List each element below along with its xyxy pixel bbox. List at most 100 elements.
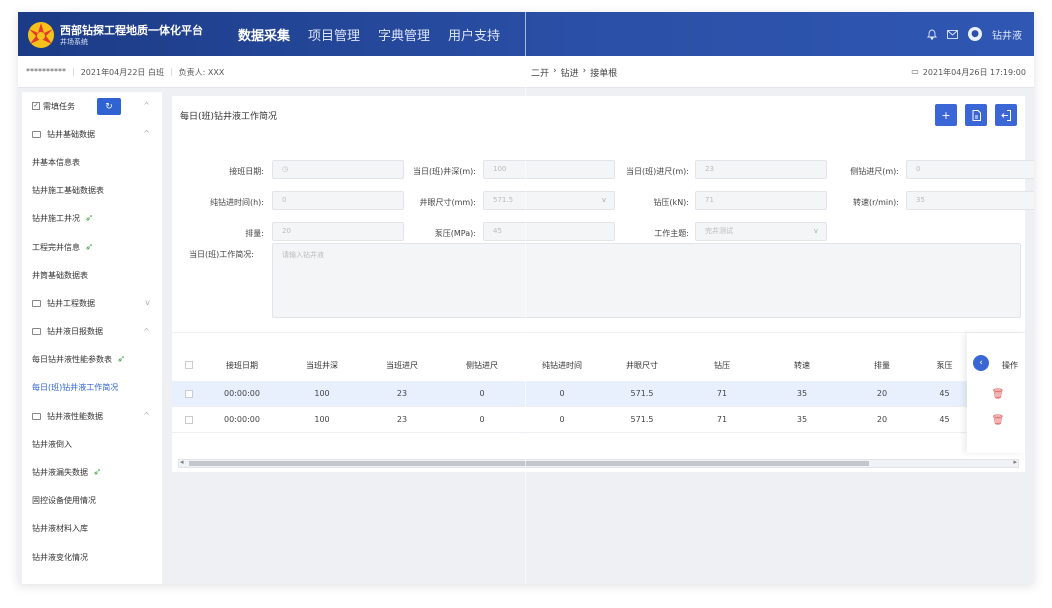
table-cell: 571.5 (630, 415, 654, 424)
horizontal-scrollbar[interactable]: ◂ ▸ (178, 458, 1019, 468)
scroll-left-icon[interactable]: ◂ (180, 458, 184, 466)
avatar[interactable]: ● (968, 27, 982, 41)
app-window: 西部钻探工程地质一体化平台 井场系统 数据采集 项目管理 字典管理 用户支持 ●… (18, 12, 1034, 584)
column-header[interactable]: 井眼尺寸 (602, 351, 682, 379)
bell-icon[interactable] (927, 29, 937, 40)
nav-dictionary-management[interactable]: 字典管理 (378, 25, 430, 44)
theme-label: 工作主题: (654, 229, 689, 238)
sidebar-item-wellbore-basic[interactable]: 井筒基础数据表 (22, 261, 162, 289)
table-cell: 35 (796, 415, 808, 424)
sidebar-group-fluid-daily[interactable]: 钻井液日报数据 ^ (22, 318, 162, 346)
breadcrumb-item[interactable]: 二开 (531, 66, 549, 79)
column-header[interactable]: 接班日期 (202, 351, 282, 379)
refresh-button[interactable]: ↻ (97, 98, 121, 115)
column-header[interactable]: 当班进尺 (362, 351, 442, 379)
sidebar-item-label: 钻井液漏失数据 (32, 468, 88, 478)
table-cell: 100 (314, 415, 330, 424)
table-row[interactable]: 00:00:00 100 23 0 0 571.5 71 35 20 45 (172, 407, 1025, 433)
chevron-left-icon[interactable]: ‹ (973, 355, 989, 371)
sidebar-item-well-basic-info[interactable]: 井基本信息表 (22, 148, 162, 176)
nav-project-management[interactable]: 项目管理 (308, 25, 360, 44)
sidebar-item-label: 钻井液倒入 (32, 439, 72, 449)
receive-date-label: 接班日期: (229, 167, 264, 176)
owner-text: 负责人: XXX (178, 68, 225, 77)
column-header[interactable]: 纯钻进时间 (522, 351, 602, 379)
sidebar-item-construction-basic[interactable]: 钻井施工基础数据表 (22, 177, 162, 205)
leaf-icon: ➶ (85, 241, 94, 253)
sidebar-group-drilling-engineering[interactable]: 钻井工程数据 v (22, 289, 162, 317)
brand-title: 西部钻探工程地质一体化平台 (60, 24, 203, 37)
daily-depth-field[interactable]: 100 (483, 160, 615, 179)
breadcrumb-item[interactable]: 接单根 (590, 66, 617, 79)
wob-field[interactable]: 71 (695, 191, 827, 210)
column-header[interactable]: 当班井深 (282, 351, 362, 379)
rpm-field[interactable]: 35 (906, 191, 1034, 210)
form-actions: + (935, 104, 1017, 126)
chevron-up-icon: ^ (143, 129, 150, 139)
rpm-label: 转速(r/min): (852, 198, 899, 207)
displacement-field[interactable]: 20 (272, 222, 404, 241)
row-checkbox[interactable] (182, 381, 196, 406)
sidebar-item-label: 钻井工程数据 (47, 298, 95, 308)
plus-icon: + (941, 108, 951, 122)
nav-data-collection[interactable]: 数据采集 (238, 25, 290, 44)
sidetrack-footage-field[interactable]: 0 (906, 160, 1034, 179)
add-button[interactable]: + (935, 104, 957, 126)
mail-icon[interactable] (947, 29, 958, 39)
work-summary-textarea[interactable]: 请输入钻井液 (272, 243, 1021, 318)
row-checkbox[interactable] (182, 407, 196, 432)
sidebar-group-fluid-performance[interactable]: 钻井液性能数据 ^ (22, 402, 162, 430)
user-name[interactable]: 钻井液 (992, 27, 1022, 42)
sidebar-group-drilling-basic[interactable]: 钻井基础数据 ^ (22, 120, 162, 148)
sidebar-item-material-inbound[interactable]: 钻井液材料入库 (22, 515, 162, 543)
column-header[interactable]: 泵压 (922, 351, 967, 379)
trash-icon: 🗑 (991, 388, 1005, 400)
scroll-right-icon[interactable]: ▸ (1013, 458, 1017, 466)
chevron-down-icon: v (601, 196, 606, 204)
table-cell: 0 (479, 389, 485, 398)
delete-button[interactable]: 🗑 (983, 407, 1013, 433)
sidebar-item-construction-status[interactable]: 钻井施工井况 ➶ (22, 205, 162, 233)
export-button[interactable] (965, 104, 987, 126)
table-cell: 571.5 (630, 389, 654, 398)
nav-user-support[interactable]: 用户支持 (448, 25, 500, 44)
daily-footage-field[interactable]: 23 (695, 160, 827, 179)
folder-icon (32, 412, 41, 420)
chevron-up-icon[interactable]: ^ (143, 101, 150, 110)
folder-icon (32, 130, 41, 138)
pump-pressure-field[interactable]: 45 (483, 222, 615, 241)
breadcrumb-item[interactable]: 钻进 (561, 66, 579, 79)
theme-select[interactable]: 完井测试 v (695, 222, 827, 241)
column-header[interactable]: 钻压 (682, 351, 762, 379)
sidebar-item-solids-control[interactable]: 固控设备使用情况 (22, 487, 162, 515)
scrollbar-thumb[interactable] (189, 461, 869, 466)
sidebar-item-fluid-params[interactable]: 每日钻井液性能参数表 ➶ (22, 346, 162, 374)
column-header[interactable]: 排量 (842, 351, 922, 379)
table-row[interactable]: 00:00:00 100 23 0 0 571.5 71 35 20 45 (172, 381, 1025, 407)
drill-time-field[interactable]: 0 (272, 191, 404, 210)
main-nav: 数据采集 项目管理 字典管理 用户支持 (238, 12, 518, 56)
table-cell: 71 (716, 415, 728, 424)
sidebar-item-fluid-import[interactable]: 钻井液倒入 (22, 430, 162, 458)
sidebar-item-fluid-work-summary[interactable]: 每日(班)钻井液工作简况 (22, 374, 162, 402)
column-header[interactable]: 转速 (762, 351, 842, 379)
hole-size-select[interactable]: 571.5 v (483, 191, 615, 210)
top-right-tools: ● 钻井液 (927, 12, 1022, 56)
sidebar-item-fluid-change[interactable]: 钻井液变化情况 (22, 543, 162, 571)
chevron-up-icon: ^ (143, 411, 150, 421)
chevron-right-icon: › (553, 66, 557, 76)
delete-button[interactable]: 🗑 (983, 381, 1013, 407)
sidebar-item-label: 钻井基础数据 (47, 129, 95, 139)
datetime-text: 2021年04月26日 17:19:00 (922, 68, 1026, 77)
sidebar-item-pending-tasks[interactable]: ✓ 需填任务 ↻ ^ (22, 92, 162, 120)
table-cell: 0 (559, 415, 565, 424)
receive-date-field[interactable]: ◷ (272, 160, 404, 179)
exit-button[interactable] (995, 104, 1017, 126)
leaf-icon: ➶ (93, 467, 102, 479)
sidebar-item-completion-info[interactable]: 工程完井信息 ➶ (22, 233, 162, 261)
sidebar-item-fluid-loss[interactable]: 钻井液漏失数据 ➶ (22, 458, 162, 486)
company-logo-icon (28, 22, 54, 48)
column-header[interactable]: 侧钻进尺 (442, 351, 522, 379)
select-all-checkbox[interactable] (182, 351, 196, 379)
leaf-icon: ➶ (85, 213, 94, 225)
